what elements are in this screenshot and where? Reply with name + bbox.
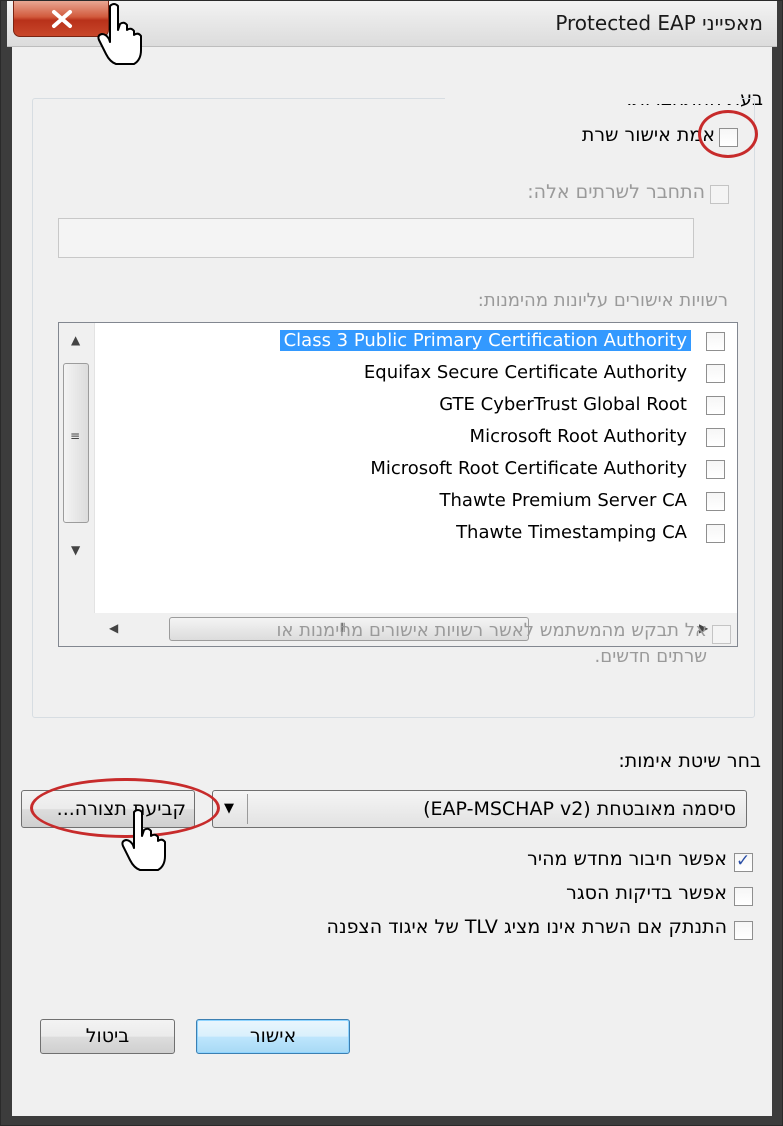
ca-item-checkbox[interactable]	[706, 492, 725, 511]
ca-item-name: Thawte Timestamping CA	[456, 522, 687, 543]
ok-button-label: אישור	[249, 1025, 297, 1047]
validate-cert-label: אמת אישור שרת	[581, 124, 715, 146]
ca-item-name: Thawte Premium Server CA	[439, 490, 687, 511]
ok-button[interactable]: אישור	[196, 1019, 350, 1054]
ca-list-item[interactable]: Microsoft Root Authority	[97, 423, 737, 455]
vertical-scroll-thumb[interactable]: ≡	[63, 363, 89, 523]
hand-cursor-icon	[97, 3, 142, 65]
ca-list-item[interactable]: Thawte Timestamping CA	[97, 519, 737, 551]
ca-item-checkbox[interactable]	[706, 396, 725, 415]
quarantine-checkbox[interactable]	[734, 887, 753, 906]
no-prompt-checkbox[interactable]	[712, 625, 731, 644]
ca-list-item[interactable]: Equifax Secure Certificate Authority	[97, 359, 737, 391]
ca-item-checkbox[interactable]	[706, 364, 725, 383]
no-prompt-label-line1: אל תבקש מהמשתמש לאשר רשויות אישורים מהימ…	[276, 620, 707, 641]
ca-item-name: GTE CyberTrust Global Root	[439, 394, 687, 415]
scroll-up-icon[interactable]: ▲	[71, 333, 80, 347]
scroll-left-icon[interactable]: ◀	[109, 621, 118, 635]
ca-item-checkbox[interactable]	[706, 460, 725, 479]
auth-method-select[interactable]: סיסמה מאובטחת (EAP-MSCHAP v2) ▼	[212, 790, 747, 828]
ca-list-vertical-scrollbar[interactable]: ▲ ≡ ▼	[59, 323, 95, 613]
connect-servers-checkbox[interactable]	[710, 185, 729, 204]
group-caption-gap	[445, 92, 740, 104]
ca-list-item[interactable]: Microsoft Root Certificate Authority	[97, 455, 737, 487]
scroll-down-icon[interactable]: ▼	[71, 543, 80, 557]
no-prompt-label-line2: שרתים חדשים.	[594, 646, 707, 667]
fast-reconnect-checkbox[interactable]: ✓	[734, 851, 753, 872]
auth-method-heading: בחר שיטת אימות:	[618, 750, 761, 772]
ca-list-item[interactable]: GTE CyberTrust Global Root	[97, 391, 737, 423]
ca-list-item[interactable]: Class 3 Public Primary Certification Aut…	[97, 327, 737, 359]
ca-item-name: Microsoft Root Certificate Authority	[370, 458, 687, 479]
ca-item-name: Microsoft Root Authority	[469, 426, 687, 447]
cancel-button[interactable]: ביטול	[40, 1019, 175, 1054]
cancel-button-label: ביטול	[85, 1025, 130, 1047]
hand-cursor-icon	[121, 809, 166, 871]
fast-reconnect-label: אפשר חיבור מחדש מהיר	[527, 848, 727, 870]
ca-item-checkbox[interactable]	[706, 524, 725, 543]
ca-item-checkbox[interactable]	[706, 428, 725, 447]
quarantine-label: אפשר בדיקות הסגר	[566, 882, 727, 904]
grip-icon: ≡	[70, 429, 81, 443]
connect-servers-label: התחבר לשרתים אלה:	[527, 181, 705, 203]
dropdown-separator	[247, 794, 248, 824]
checkmark-icon: ✓	[736, 851, 751, 871]
disconnect-tlv-label: התנתק אם השרת אינו מציג TLV של איגוד הצפ…	[326, 916, 727, 938]
ca-list-item[interactable]: Thawte Premium Server CA	[97, 487, 737, 519]
close-icon	[52, 10, 72, 28]
auth-method-value: סיסמה מאובטחת (EAP-MSCHAP v2)	[423, 798, 736, 820]
trusted-ca-label: רשויות אישורים עליונות מהימנות:	[477, 290, 728, 311]
window-title: מאפייני Protected EAP	[555, 11, 763, 35]
ca-item-checkbox[interactable]	[706, 332, 725, 351]
close-button[interactable]	[13, 1, 109, 37]
ca-item-name: Equifax Secure Certificate Authority	[363, 362, 687, 383]
chevron-down-icon: ▼	[224, 801, 234, 816]
trusted-ca-list[interactable]: ▲ ≡ ▼ Class 3 Public Primary Certificati…	[58, 322, 738, 647]
disconnect-tlv-checkbox[interactable]	[734, 921, 753, 940]
ca-item-name: Class 3 Public Primary Certification Aut…	[279, 330, 691, 351]
highlight-ring-validate	[698, 110, 758, 158]
servers-input[interactable]	[58, 218, 694, 258]
